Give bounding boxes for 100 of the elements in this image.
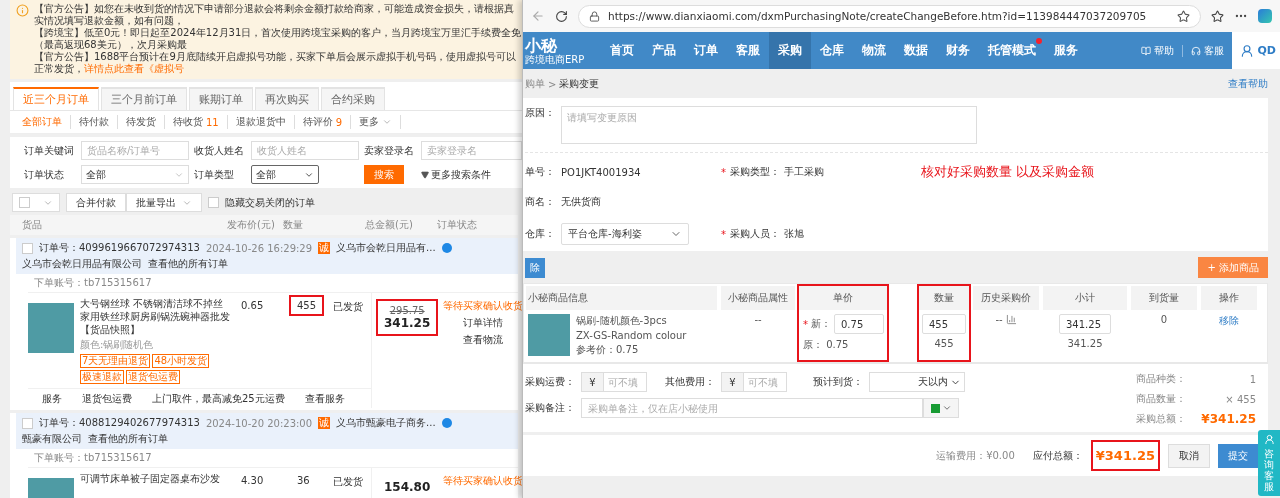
order-tab[interactable]: 合约采购 bbox=[321, 87, 385, 110]
user-menu[interactable]: QD bbox=[1231, 32, 1280, 69]
status-filter[interactable]: 更多 bbox=[351, 115, 402, 129]
support-link[interactable]: 客服 bbox=[1190, 43, 1224, 58]
field-label: 商名： bbox=[525, 195, 556, 209]
nav-item[interactable]: 物流 bbox=[853, 32, 895, 69]
snapshot-link[interactable]: 【货品快照】 bbox=[80, 324, 140, 335]
column-header: 货品 bbox=[22, 218, 43, 232]
service-tag: 7天无理由退货 bbox=[80, 354, 151, 368]
color-picker[interactable] bbox=[923, 398, 959, 418]
summary-value: ¥341.25 bbox=[1200, 412, 1256, 426]
status-filter[interactable]: 退款退货中 bbox=[227, 115, 295, 129]
order-tab[interactable]: 账期订单 bbox=[189, 87, 253, 110]
nav-item[interactable]: 服务 bbox=[1045, 32, 1087, 69]
order-action-link[interactable]: 订单详情 bbox=[463, 316, 503, 330]
url-field[interactable]: https://www.dianxiaomi.com/dxmPurchasingNote/createChangeBefore.htm?id=113984447037209705 bbox=[606, 9, 1171, 23]
search-input[interactable]: 收货人姓名 bbox=[251, 141, 359, 160]
nav-item[interactable]: 客服 bbox=[727, 32, 769, 69]
column-header: 数量 bbox=[283, 218, 304, 232]
logo-subtitle: 跨境电商ERP bbox=[525, 53, 586, 65]
remove-link[interactable]: 移除 bbox=[1219, 314, 1239, 328]
status-filter[interactable]: 待付款 bbox=[71, 115, 118, 129]
export-button[interactable]: 批量导出 bbox=[126, 193, 202, 212]
chat-icon[interactable] bbox=[441, 243, 452, 253]
nav-item[interactable]: 托管模式 bbox=[979, 32, 1045, 69]
nav-item[interactable]: 产品 bbox=[643, 32, 685, 69]
status-filter[interactable]: 待收货 11 bbox=[165, 115, 228, 129]
shop-name[interactable]: 义乌市会乾日用品有... bbox=[336, 241, 436, 255]
quantity-input[interactable]: 455 bbox=[922, 314, 966, 334]
notice-text: 【官方公告】1688平台预计在9月底陆续开启虚拟号功能，买家下单后会展示虚拟手机号码，使用虚拟号可以正常发货，详情点此查看《虚拟号 bbox=[34, 51, 517, 75]
reload-icon[interactable] bbox=[555, 9, 568, 23]
info-icon bbox=[16, 4, 29, 17]
service-tag: 极速退款 bbox=[80, 370, 124, 384]
nav-item[interactable]: 采购 bbox=[769, 32, 811, 69]
select-field[interactable]: 全部 bbox=[251, 165, 319, 184]
warehouse-select[interactable]: 平台仓库-海利姿 bbox=[561, 223, 689, 245]
chat-icon[interactable] bbox=[441, 418, 452, 428]
user-icon bbox=[1263, 434, 1275, 445]
help-link[interactable]: 帮助 bbox=[1140, 43, 1174, 58]
view-all-orders-link[interactable]: 查看他的所有订单 bbox=[148, 257, 228, 271]
favorites-icon[interactable] bbox=[1211, 9, 1224, 23]
bar-chart-icon[interactable] bbox=[1005, 314, 1017, 325]
order-action-link[interactable]: 查看物流 bbox=[463, 333, 503, 347]
other-fee-field[interactable]: ¥ 可不填 bbox=[721, 372, 787, 392]
shop-name[interactable]: 义乌市甄豪电子商务... bbox=[336, 416, 436, 430]
nav-item[interactable]: 订单 bbox=[685, 32, 727, 69]
field-label: 采购类型： bbox=[730, 165, 780, 179]
search-input[interactable]: 卖家登录名 bbox=[421, 141, 522, 160]
cancel-button[interactable]: 取消 bbox=[1168, 443, 1210, 468]
column-header: 总金额(元) bbox=[365, 218, 414, 232]
select-all-dropdown[interactable] bbox=[12, 193, 60, 212]
breadcrumb-current: 采购变更 bbox=[559, 77, 600, 91]
eta-select[interactable]: 天以内 bbox=[869, 372, 965, 392]
column-header: 小秘商品信息 bbox=[526, 286, 717, 310]
select-field[interactable]: 全部 bbox=[81, 165, 189, 184]
order-checkbox[interactable] bbox=[22, 242, 33, 254]
merge-pay-button[interactable]: 合并付款 bbox=[66, 193, 126, 212]
service-description: 上门取件，最高减免25元运费 bbox=[152, 392, 285, 406]
required-mark: * bbox=[721, 166, 726, 178]
view-all-orders-link[interactable]: 查看他的所有订单 bbox=[88, 432, 168, 446]
price-input[interactable]: 0.75 bbox=[834, 314, 884, 334]
column-header: 单价 bbox=[799, 286, 887, 310]
select-all-checkbox[interactable] bbox=[19, 197, 31, 208]
order-number: 订单号：4088129402677974313 bbox=[39, 416, 200, 430]
order-tab[interactable]: 三个月前订单 bbox=[101, 87, 187, 110]
hide-closed-checkbox[interactable] bbox=[208, 197, 219, 208]
nav-item[interactable]: 财务 bbox=[937, 32, 979, 69]
service-name: 退货包运费 bbox=[82, 392, 132, 406]
submit-button[interactable]: 提交 bbox=[1218, 443, 1258, 468]
reason-textarea[interactable]: 请填写变更原因 bbox=[561, 106, 977, 144]
column-header: 数量 bbox=[919, 286, 969, 310]
app-logo-icon[interactable] bbox=[1258, 9, 1272, 23]
help-link[interactable]: 查看帮助 bbox=[1228, 77, 1268, 91]
address-bar[interactable]: https://www.dianxiaomi.com/dxmPurchasingNote/createChangeBefore.htm?id=113984447037209705 bbox=[578, 4, 1201, 28]
shipping-status: 已发货 bbox=[332, 300, 364, 314]
column-header: 小计 bbox=[1043, 286, 1127, 310]
product-title[interactable]: 可调节床单被子固定器桌布沙发 bbox=[80, 472, 220, 485]
caret-icon bbox=[421, 170, 429, 179]
more-conditions-link[interactable]: 更多搜索条件 bbox=[421, 167, 522, 182]
view-service-link[interactable]: 查看服务 bbox=[304, 392, 345, 406]
column-header: 到货量 bbox=[1131, 286, 1197, 310]
search-input[interactable]: 货品名称/订单号 bbox=[81, 141, 189, 160]
product-title[interactable]: 大号钢丝球 不锈钢清洁球不掉丝家用铁丝球厨房刷锅洗碗神器批发 【货品快照】 bbox=[80, 297, 233, 336]
nav-item[interactable]: 数据 bbox=[895, 32, 937, 69]
order-checkbox[interactable] bbox=[22, 417, 33, 429]
status-filter[interactable]: 待发货 bbox=[118, 115, 165, 129]
favorite-icon[interactable] bbox=[1177, 9, 1190, 23]
subtotal-input[interactable]: 341.25 bbox=[1059, 314, 1111, 334]
status-filter[interactable]: 待评价 9 bbox=[294, 115, 352, 129]
field-label: 预计到货： bbox=[813, 375, 863, 389]
new-price-label: 新： bbox=[811, 317, 831, 331]
original-quantity: 455 bbox=[934, 338, 954, 349]
nav-item[interactable]: 首页 bbox=[601, 32, 643, 69]
back-icon[interactable] bbox=[531, 9, 545, 23]
breadcrumb-separator: > bbox=[547, 78, 558, 90]
delete-button[interactable]: 除 bbox=[525, 257, 545, 278]
nav-item[interactable]: 仓库 bbox=[811, 32, 853, 69]
freight-field[interactable]: ¥ 可不填 bbox=[581, 372, 647, 392]
company-name: 甄豪有限公司 bbox=[22, 432, 82, 446]
order-tab[interactable]: 再次购买 bbox=[255, 87, 319, 110]
